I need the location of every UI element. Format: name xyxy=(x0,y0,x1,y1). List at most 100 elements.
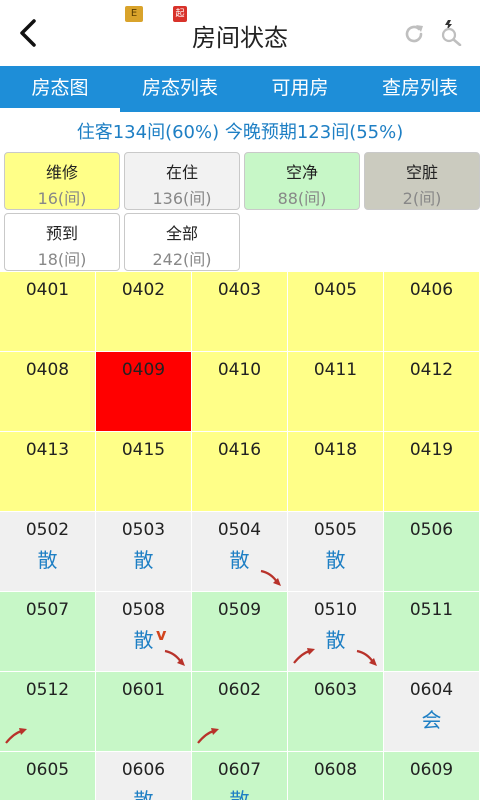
filter-occupied-button[interactable]: 在住 136(间) xyxy=(124,152,240,210)
room-number: 0408 xyxy=(25,360,70,380)
filter-all-button[interactable]: 全部 242(间) xyxy=(124,213,240,271)
room-cell-0419[interactable]: 0419 xyxy=(384,432,480,512)
filter-count: 88(间) xyxy=(277,189,327,208)
room-cell-0505[interactable]: 0505 散 xyxy=(288,512,384,592)
room-number: 0504 xyxy=(217,520,262,540)
room-number: 0418 xyxy=(313,440,358,460)
guest-type-tag: 散 xyxy=(133,788,154,800)
red-curved-arrow-icon xyxy=(197,728,219,744)
tab-available-rooms[interactable]: 可用房 xyxy=(240,66,360,112)
room-number: 0511 xyxy=(409,600,454,620)
room-cell-0406[interactable]: 0406 xyxy=(384,272,480,352)
room-cell-0405[interactable]: 0405 xyxy=(288,272,384,352)
tab-inspection-list[interactable]: 查房列表 xyxy=(360,66,480,112)
room-cell-0409[interactable]: 0409 xyxy=(96,352,192,432)
room-grid: 0401 0402 0403 0405 0406 0408 0409 0410 0411 0412… xyxy=(0,272,480,800)
filter-count: 18(间) xyxy=(37,250,87,269)
room-cell-0506[interactable]: 0506 xyxy=(384,512,480,592)
filter-clean-button[interactable]: 空净 88(间) xyxy=(244,152,360,210)
room-cell-0509[interactable]: 0509 xyxy=(192,592,288,672)
room-cell-0412[interactable]: 0412 xyxy=(384,352,480,432)
room-cell-0605[interactable]: 0605 xyxy=(0,752,96,800)
room-number: 0609 xyxy=(409,760,454,780)
filter-label: 维修 xyxy=(45,163,78,182)
room-cell-0401[interactable]: 0401 xyxy=(0,272,96,352)
room-number: 0505 xyxy=(313,520,358,540)
filter-dirty-button[interactable]: 空脏 2(间) xyxy=(364,152,480,210)
room-number: 0410 xyxy=(217,360,262,380)
room-number: 0416 xyxy=(217,440,262,460)
room-number: 0405 xyxy=(313,280,358,300)
room-cell-0502[interactable]: 0502 散 xyxy=(0,512,96,592)
refresh-button[interactable] xyxy=(402,22,426,46)
tab-room-map[interactable]: 房态图 xyxy=(0,66,120,112)
filter-count: 16(间) xyxy=(37,189,87,208)
filter-count: 136(间) xyxy=(152,189,212,208)
room-cell-0415[interactable]: 0415 xyxy=(96,432,192,512)
search-icon xyxy=(441,20,462,47)
room-number: 0411 xyxy=(313,360,358,380)
room-number: 0506 xyxy=(409,520,454,540)
red-curved-arrow-icon xyxy=(293,648,315,664)
room-cell-0503[interactable]: 0503 散 xyxy=(96,512,192,592)
room-cell-0410[interactable]: 0410 xyxy=(192,352,288,432)
room-number: 0507 xyxy=(25,600,70,620)
guest-type-tag: 散 xyxy=(325,548,346,572)
filter-label: 空脏 xyxy=(405,163,438,182)
room-number: 0509 xyxy=(217,600,262,620)
room-cell-0508[interactable]: 0508 散 v xyxy=(96,592,192,672)
search-button[interactable] xyxy=(440,20,464,47)
room-cell-0418[interactable]: 0418 xyxy=(288,432,384,512)
room-number: 0401 xyxy=(25,280,70,300)
room-number: 0412 xyxy=(409,360,454,380)
room-cell-0603[interactable]: 0603 xyxy=(288,672,384,752)
room-cell-0402[interactable]: 0402 xyxy=(96,272,192,352)
room-cell-0413[interactable]: 0413 xyxy=(0,432,96,512)
tab-bar: 房态图 房态列表 可用房 查房列表 xyxy=(0,66,480,112)
room-cell-0512[interactable]: 0512 xyxy=(0,672,96,752)
room-number: 0508 xyxy=(121,600,166,620)
room-number: 0510 xyxy=(313,600,358,620)
filter-count: 242(间) xyxy=(152,250,212,269)
room-number: 0607 xyxy=(217,760,262,780)
room-cell-0601[interactable]: 0601 xyxy=(96,672,192,752)
room-number: 0604 xyxy=(409,680,454,700)
room-number: 0503 xyxy=(121,520,166,540)
room-cell-0511[interactable]: 0511 xyxy=(384,592,480,672)
room-cell-0607[interactable]: 0607 散 xyxy=(192,752,288,800)
room-number: 0606 xyxy=(121,760,166,780)
filter-label: 空净 xyxy=(285,163,318,182)
filter-count: 2(间) xyxy=(402,189,442,208)
vip-mark: v xyxy=(156,625,167,644)
room-number: 0415 xyxy=(121,440,166,460)
room-number: 0603 xyxy=(313,680,358,700)
room-cell-0609[interactable]: 0609 xyxy=(384,752,480,800)
room-number: 0601 xyxy=(121,680,166,700)
room-cell-0411[interactable]: 0411 xyxy=(288,352,384,432)
room-number: 0512 xyxy=(25,680,70,700)
room-cell-0608[interactable]: 0608 xyxy=(288,752,384,800)
room-number: 0419 xyxy=(409,440,454,460)
room-number: 0502 xyxy=(25,520,70,540)
room-cell-0602[interactable]: 0602 xyxy=(192,672,288,752)
tab-room-list[interactable]: 房态列表 xyxy=(120,66,240,112)
filter-label: 全部 xyxy=(165,224,198,243)
guest-type-tag: 散 xyxy=(37,548,58,572)
room-cell-0604[interactable]: 0604 会 xyxy=(384,672,480,752)
room-number: 0406 xyxy=(409,280,454,300)
room-cell-0408[interactable]: 0408 xyxy=(0,352,96,432)
filter-label: 在住 xyxy=(165,163,198,182)
filter-repair-button[interactable]: 维修 16(间) xyxy=(4,152,120,210)
room-cell-0504[interactable]: 0504 散 xyxy=(192,512,288,592)
room-cell-0606[interactable]: 0606 散 xyxy=(96,752,192,800)
room-cell-0507[interactable]: 0507 xyxy=(0,592,96,672)
app-header: E 起 房间状态 xyxy=(0,0,480,66)
room-cell-0416[interactable]: 0416 xyxy=(192,432,288,512)
room-cell-0510[interactable]: 0510 散 xyxy=(288,592,384,672)
room-number: 0409 xyxy=(121,360,166,380)
filter-arrival-button[interactable]: 预到 18(间) xyxy=(4,213,120,271)
room-cell-0403[interactable]: 0403 xyxy=(192,272,288,352)
occupancy-summary: 住客134间(60%) 今晚预期123间(55%) xyxy=(76,122,404,143)
room-number: 0602 xyxy=(217,680,262,700)
red-curved-arrow-icon xyxy=(356,649,377,666)
